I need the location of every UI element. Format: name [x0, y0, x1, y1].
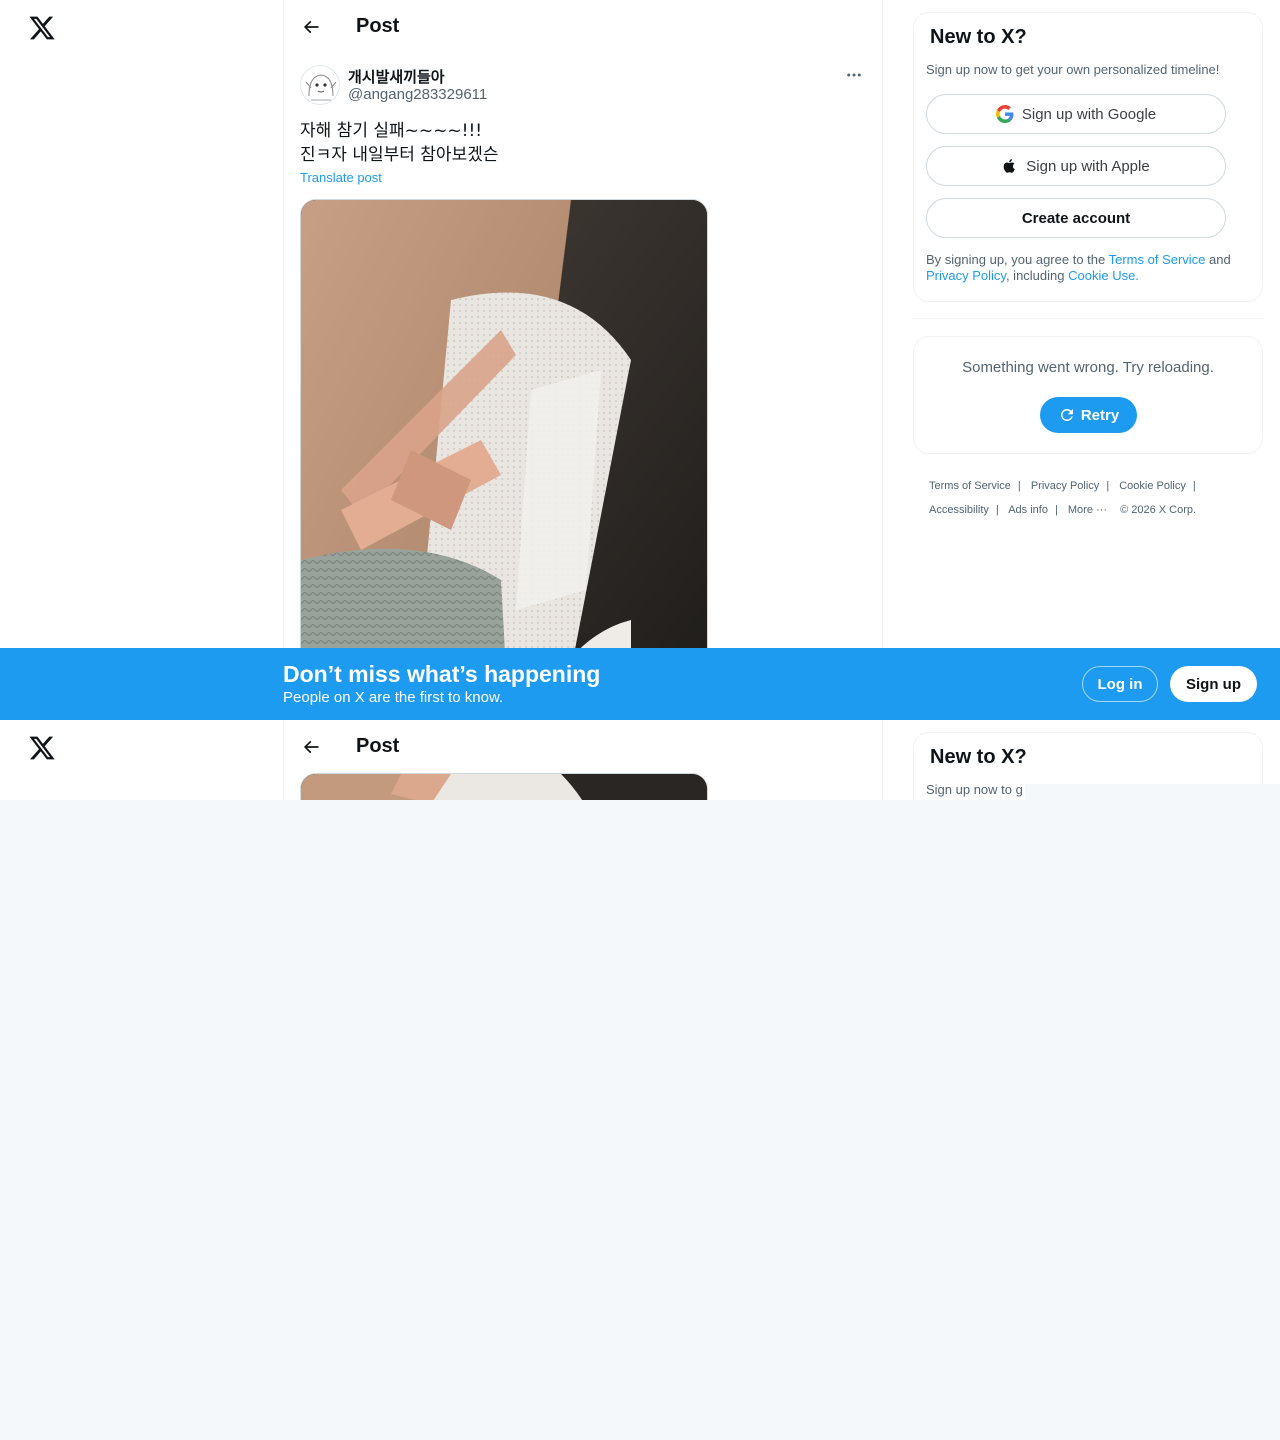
login-banner: Don’t miss what’s happening People on X …	[0, 648, 1280, 720]
card-title: New to X?	[930, 746, 1027, 768]
signup-card: New to X? Sign up now to get your own pe…	[913, 12, 1263, 302]
right-sidebar: New to X? Sign up now to get your own pe…	[913, 0, 1263, 720]
legal-and: and	[1205, 252, 1231, 267]
x-logo-icon[interactable]	[28, 734, 56, 762]
signup-apple-button[interactable]: Sign up with Apple	[926, 146, 1226, 186]
error-message: Something went wrong. Try reloading.	[962, 359, 1214, 376]
footer-accessibility-link[interactable]: Accessibility	[929, 504, 989, 516]
arrow-left-icon	[303, 740, 319, 753]
photo-arm-bandage	[301, 200, 707, 720]
main-column: Post 개시발새끼들아 @angang283329611 자해 참기 실패~~…	[283, 0, 883, 720]
post-text-line: 자해 참기 실패~~~~!!!	[300, 121, 483, 141]
banner-title: Don’t miss what’s happening	[283, 661, 601, 687]
footer-more-link[interactable]: More ···	[1068, 504, 1107, 516]
footer-cookie-link[interactable]: Cookie Policy	[1119, 480, 1186, 492]
photo-arm-bandage	[301, 774, 707, 800]
create-account-button[interactable]: Create account	[926, 198, 1226, 238]
banner-signup-button[interactable]: Sign up	[1170, 666, 1257, 702]
apple-icon	[1003, 159, 1016, 173]
card-subtitle: Sign up now to get your own personalized…	[926, 62, 1220, 77]
avatar-drawing	[301, 66, 339, 104]
post-image[interactable]	[300, 773, 708, 800]
card-title: New to X?	[930, 26, 1027, 48]
cookie-use-link[interactable]: Cookie Use.	[1068, 268, 1139, 283]
left-sidebar	[0, 0, 283, 720]
refresh-icon	[1060, 409, 1073, 421]
footer-ads-link[interactable]: Ads info	[1008, 504, 1048, 516]
post-text: 자해 참기 실패~~~~!!! 진ㅋ자 내일부터 참아보겠슨	[300, 119, 868, 167]
retry-label: Retry	[1080, 406, 1120, 424]
divider	[913, 318, 1263, 319]
back-button[interactable]	[294, 10, 328, 44]
page-title: Post	[356, 735, 400, 757]
left-sidebar	[0, 720, 283, 800]
page-viewport-repeat: Post New to X? Sign up now to g	[0, 720, 1280, 800]
display-name[interactable]: 개시발새끼들아	[348, 66, 445, 87]
more-horizontal-icon	[847, 73, 861, 77]
footer-copyright: © 2026 X Corp.	[1120, 504, 1197, 516]
post-image[interactable]	[300, 199, 708, 720]
page-title: Post	[356, 15, 400, 37]
footer-privacy-link[interactable]: Privacy Policy	[1031, 480, 1099, 492]
signup-google-label: Sign up with Google	[1021, 105, 1157, 123]
error-card: Something went wrong. Try reloading. Ret…	[913, 336, 1263, 454]
signup-google-button[interactable]: Sign up with Google	[926, 94, 1226, 134]
user-handle[interactable]: @angang283329611	[348, 86, 487, 103]
page-viewport: Post 개시발새끼들아 @angang283329611 자해 참기 실패~~…	[0, 0, 1280, 720]
main-column: Post	[283, 720, 883, 800]
post-author: 개시발새끼들아 @angang283329611	[300, 65, 868, 105]
signup-apple-label: Sign up with Apple	[1026, 157, 1150, 175]
banner-subtitle: People on X are the first to know.	[283, 689, 504, 706]
post-header: Post	[284, 720, 882, 773]
arrow-left-icon	[303, 20, 319, 33]
x-logo-icon[interactable]	[28, 14, 56, 42]
legal-including: , including	[1005, 268, 1069, 283]
post-header: Post	[284, 0, 882, 53]
render-mask	[1025, 784, 1280, 800]
retry-button[interactable]: Retry	[1040, 397, 1137, 433]
back-button[interactable]	[294, 730, 328, 764]
google-g-icon	[995, 105, 1014, 123]
footer-terms-link[interactable]: Terms of Service	[929, 480, 1011, 492]
privacy-link[interactable]: Privacy Policy	[926, 268, 1006, 283]
more-button[interactable]	[840, 65, 868, 85]
avatar[interactable]	[300, 65, 340, 105]
post-text-line: 진ㅋ자 내일부터 참아보겠슨	[300, 145, 499, 165]
translate-post-link[interactable]: Translate post	[300, 170, 382, 185]
legal-text: By signing up, you agree to the Terms of…	[926, 252, 1256, 284]
legal-prefix: By signing up, you agree to the	[926, 252, 1109, 267]
banner-login-button[interactable]: Log in	[1082, 666, 1158, 702]
terms-link[interactable]: Terms of Service	[1109, 252, 1206, 267]
card-subtitle: Sign up now to g	[926, 782, 1023, 797]
footer-links: Terms of Service | Privacy Policy | Cookie…	[929, 480, 1197, 516]
